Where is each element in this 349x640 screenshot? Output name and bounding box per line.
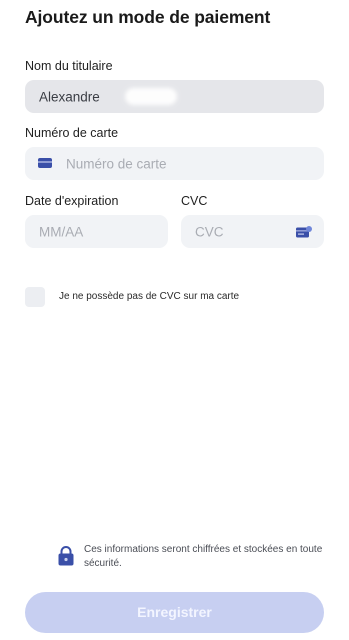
lock-icon bbox=[58, 546, 74, 566]
security-notice: Ces informations seront chiffrées et sto… bbox=[84, 544, 323, 569]
page-title: Ajoutez un mode de paiement bbox=[25, 7, 271, 27]
expiry-label: Date d'expiration bbox=[25, 194, 119, 208]
credit-card-icon bbox=[38, 158, 52, 168]
expiry-field[interactable]: MM/AA bbox=[25, 215, 168, 248]
cvc-placeholder: CVC bbox=[195, 224, 224, 239]
expiry-placeholder: MM/AA bbox=[39, 224, 84, 239]
redacted-surname bbox=[125, 88, 177, 105]
card-number-field[interactable]: Numéro de carte bbox=[25, 147, 324, 180]
holder-name-field[interactable]: Alexandre bbox=[25, 80, 324, 113]
card-number-label: Numéro de carte bbox=[25, 126, 119, 140]
save-button[interactable]: Enregistrer bbox=[25, 592, 324, 633]
no-cvc-label[interactable]: Je ne possède pas de CVC sur ma carte bbox=[59, 291, 239, 302]
holder-name-label: Nom du titulaire bbox=[25, 59, 113, 73]
cvc-label: CVC bbox=[181, 194, 208, 208]
holder-name-value: Alexandre bbox=[39, 89, 100, 104]
cvc-field[interactable]: CVC bbox=[181, 215, 324, 248]
card-number-placeholder: Numéro de carte bbox=[66, 156, 167, 171]
no-cvc-checkbox[interactable] bbox=[25, 287, 45, 307]
card-cvc-icon bbox=[296, 226, 312, 238]
